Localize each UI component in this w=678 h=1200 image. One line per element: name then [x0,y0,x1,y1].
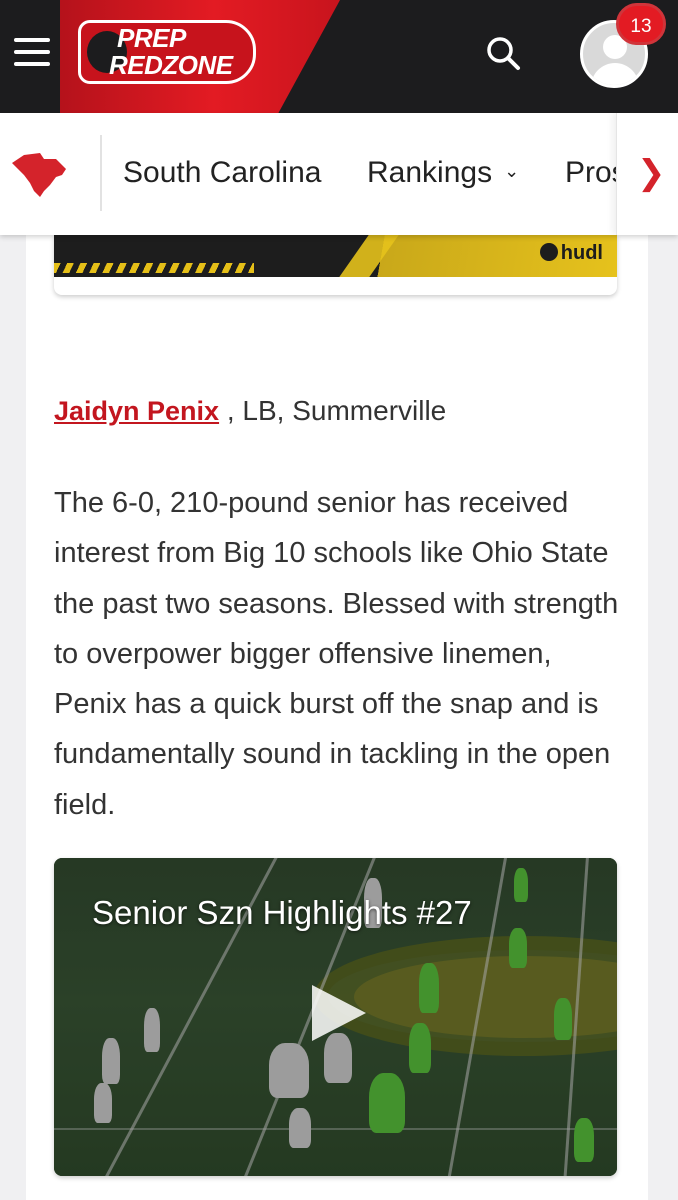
video-title: Senior Szn Highlights #27 [92,894,472,931]
chevron-right-icon: ❯ [637,154,666,192]
search-icon[interactable] [484,34,522,72]
chevron-down-icon: ⌄ [504,161,520,182]
player-details: , LB, Summerville [219,395,447,426]
top-bar: PREP REDZONE 13 [0,0,678,113]
nav-item-south-carolina[interactable]: South Carolina [123,153,321,193]
nav-scroll-right-button[interactable]: ❯ [616,113,678,235]
previous-video-embed[interactable]: hudl [54,235,617,295]
logo-line-2: REDZONE [109,50,233,80]
nav-item-pros[interactable]: Pros [565,153,617,193]
menu-icon[interactable] [14,38,50,68]
player-heading: Jaidyn Penix , LB, Summerville [54,393,446,429]
nav-item-rankings[interactable]: Rankings ⌄ [367,153,519,194]
hudl-logo: hudl [539,242,603,265]
site-logo[interactable]: PREP REDZONE [78,20,256,84]
highlight-video[interactable]: Senior Szn Highlights #27 [54,858,617,1176]
player-link[interactable]: Jaidyn Penix [54,396,219,426]
hudl-icon [539,243,558,261]
south-carolina-state-icon[interactable] [10,149,70,199]
notification-badge[interactable]: 13 [616,3,666,45]
state-nav: South Carolina Rankings ⌄ Pros ❯ [0,113,678,235]
article-content: hudl Jaidyn Penix , LB, Summerville The … [26,235,648,1200]
play-icon[interactable] [312,985,366,1041]
hudl-label: hudl [560,242,603,264]
nav-item-rankings-label: Rankings [367,156,493,189]
article-paragraph: The 6-0, 210-pound senior has received i… [54,487,619,821]
nav-divider [100,135,102,211]
logo-line-1: PREP [117,23,186,53]
